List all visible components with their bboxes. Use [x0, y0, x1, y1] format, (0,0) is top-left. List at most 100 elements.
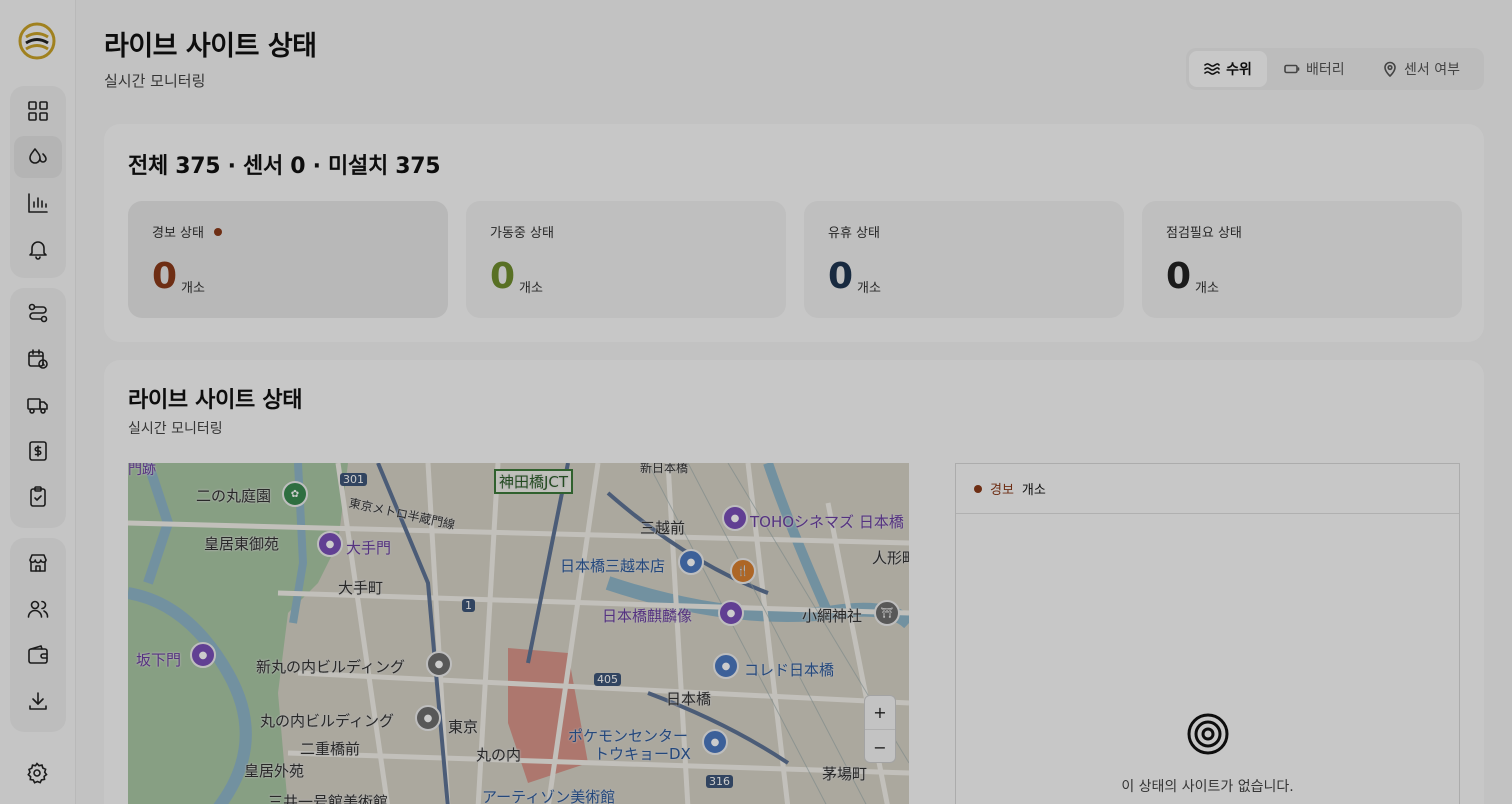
map-label: 日本橋麒麟像: [602, 607, 693, 625]
park-pin-icon[interactable]: ✿: [282, 481, 308, 507]
zoom-in-button[interactable]: +: [865, 696, 895, 730]
bell-icon: [29, 241, 47, 260]
shop-pin-icon[interactable]: ●: [702, 729, 728, 755]
page-title: 라이브 사이트 상태: [104, 31, 317, 62]
map-label: 人形町: [872, 549, 909, 567]
live-title: 라이브 사이트 상태: [128, 388, 303, 413]
nav-group-admin: [10, 538, 66, 732]
stat-inspection-unit: 개소: [1195, 281, 1219, 296]
route-shield: 301: [340, 473, 367, 486]
stat-alarm[interactable]: 경보 상태 0 개소: [128, 201, 448, 318]
map-label: 東京: [448, 718, 479, 736]
map-label: 日本橋三越本店: [560, 557, 666, 575]
settings-button[interactable]: [16, 752, 58, 794]
battery-icon: [1284, 64, 1300, 74]
building-pin-icon[interactable]: ●: [415, 705, 441, 731]
alarm-status-dot: [974, 484, 982, 493]
stat-running[interactable]: 가동중 상태 0 개소: [466, 201, 786, 318]
bar-chart-icon: [28, 193, 48, 213]
map-label: 坂下門: [136, 651, 182, 669]
map-label: 三井一号館美術館: [268, 793, 389, 804]
map-label: 茅場町: [822, 765, 868, 783]
stat-inspection[interactable]: 점검필요 상태 0 개소: [1142, 201, 1462, 318]
map-label: 門跡: [128, 463, 156, 478]
stat-running-unit: 개소: [519, 281, 543, 296]
site-list-unit: 개소: [1021, 483, 1046, 498]
stat-idle-unit: 개소: [857, 281, 881, 296]
water-level-icon: [1204, 63, 1220, 75]
live-subtitle: 실시간 모니터링: [128, 421, 223, 437]
map-label: コレド日本橋: [744, 661, 835, 679]
nav-group-monitoring: [10, 86, 66, 278]
nav-stores[interactable]: [14, 542, 62, 584]
toggle-battery-label: 배터리: [1306, 62, 1345, 78]
map-label: 二重橋前: [300, 740, 361, 758]
nav-inspection[interactable]: [14, 476, 62, 518]
view-toggle: 수위 배터리 센서 여부: [1186, 48, 1484, 90]
brand-logo[interactable]: [18, 22, 56, 60]
nav-billing[interactable]: [14, 430, 62, 472]
building-pin-icon[interactable]: ●: [426, 651, 452, 677]
map-zoom-control: + −: [864, 695, 896, 763]
alarm-status-dot: [213, 227, 222, 236]
calendar-clock-icon: [28, 349, 48, 369]
truck-icon: [27, 398, 48, 414]
zoom-out-button[interactable]: −: [865, 730, 895, 764]
dashboard-icon: [28, 101, 48, 121]
stat-inspection-value: 0: [1166, 256, 1192, 297]
map-label-jct: 神田橋JCT: [494, 469, 574, 494]
toggle-water-level[interactable]: 수위: [1189, 51, 1267, 87]
shrine-pin-icon[interactable]: ⛩: [874, 600, 900, 626]
toggle-water-level-label: 수위: [1226, 62, 1252, 78]
restaurant-pin-icon[interactable]: 🍴: [730, 558, 756, 584]
dollar-receipt-icon: [29, 441, 47, 461]
nav-wallet[interactable]: [14, 634, 62, 676]
map-label: 丸の内ビルディング: [260, 712, 394, 730]
sidebar: [0, 0, 76, 804]
nav-logistics[interactable]: [14, 384, 62, 426]
summary-title: 전체 375 · 센서 0 · 미설치 375: [128, 154, 441, 179]
map-label: 新日本橋: [640, 463, 689, 475]
shop-pin-icon[interactable]: ●: [713, 653, 739, 679]
site-list-panel: 경보 개소 이 상태의 사이트가 없습니다.: [955, 463, 1460, 804]
stat-idle-label: 유휴 상태: [828, 226, 880, 241]
toggle-sensor[interactable]: 센서 여부: [1372, 51, 1470, 87]
site-list-header: 경보 개소: [956, 464, 1459, 514]
nav-alerts[interactable]: [14, 228, 62, 270]
map-label: 小網神社: [802, 607, 863, 625]
map-label: 三越前: [640, 519, 686, 537]
stat-alarm-label-wrap: 경보 상태: [152, 222, 222, 241]
nav-water-level[interactable]: [14, 136, 62, 178]
cinema-pin-icon[interactable]: ●: [722, 505, 748, 531]
route-shield: 316: [706, 775, 733, 788]
site-map[interactable]: 二の丸庭園 ✿ 皇居東御苑 ● 大手門 大手町 ● 坂下門 新丸の内ビルディング…: [128, 463, 909, 804]
stat-inspection-label-wrap: 점검필요 상태: [1166, 222, 1242, 241]
site-list-status: 경보: [990, 483, 1014, 498]
shop-pin-icon[interactable]: ●: [678, 549, 704, 575]
map-label: 大手門: [346, 539, 392, 557]
toggle-battery[interactable]: 배터리: [1274, 51, 1355, 87]
nav-statistics[interactable]: [14, 182, 62, 224]
stat-running-label: 가동중 상태: [490, 226, 554, 241]
map-label: 丸の内: [476, 746, 522, 764]
empty-state-message: 이 상태의 사이트가 없습니다.: [1121, 779, 1294, 795]
map-label: TOHOシネマズ 日本橋: [750, 513, 904, 531]
page-subtitle: 실시간 모니터링: [104, 72, 206, 90]
nav-schedule[interactable]: [14, 338, 62, 380]
nav-routes[interactable]: [14, 292, 62, 334]
nav-users[interactable]: [14, 588, 62, 630]
store-icon: [29, 554, 47, 572]
map-label: 大手町: [338, 579, 384, 597]
nav-dashboard[interactable]: [14, 90, 62, 132]
stat-idle[interactable]: 유휴 상태 0 개소: [804, 201, 1124, 318]
gear-icon: [27, 762, 48, 784]
nav-download[interactable]: [14, 680, 62, 722]
summary-card: 전체 375 · 센서 0 · 미설치 375 경보 상태 0 개소 가동중 상…: [104, 124, 1484, 342]
landmark-pin-icon[interactable]: ●: [190, 642, 216, 668]
landmark-pin-icon[interactable]: ●: [718, 600, 744, 626]
landmark-pin-icon[interactable]: ●: [317, 531, 343, 557]
stat-alarm-label: 경보 상태: [152, 226, 204, 241]
wallet-icon: [28, 645, 48, 664]
stat-inspection-label: 점검필요 상태: [1166, 226, 1242, 241]
stat-alarm-unit: 개소: [181, 281, 205, 296]
